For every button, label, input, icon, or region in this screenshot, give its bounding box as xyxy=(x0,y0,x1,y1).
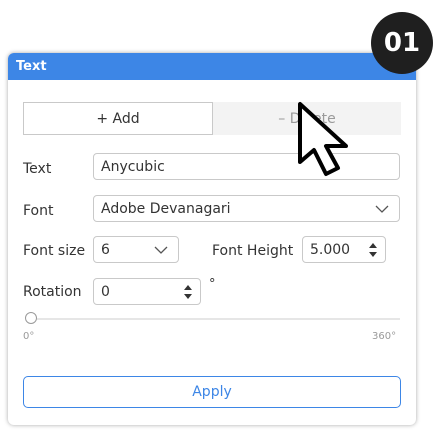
font-height-value: 5.000 xyxy=(310,241,351,258)
text-input-value: Anycubic xyxy=(101,158,165,175)
step-badge: 01 xyxy=(371,12,433,74)
font-height-label: Font Height xyxy=(212,243,294,259)
font-size-select[interactable]: 6 xyxy=(93,236,179,263)
screenshot-stage: 01 Text + Add – Delete Text Anycubic Fon… xyxy=(0,0,443,430)
chevron-down-icon xyxy=(375,205,389,213)
chevron-down-icon xyxy=(154,246,168,254)
slider-max-label: 360° xyxy=(372,331,397,342)
add-button[interactable]: + Add xyxy=(23,102,213,135)
spinner-arrows-icon[interactable] xyxy=(184,284,192,299)
slider-min-label: 0° xyxy=(23,331,35,342)
font-select-value: Adobe Devanagari xyxy=(101,200,231,217)
apply-button[interactable]: Apply xyxy=(23,376,401,408)
panel-title: Text xyxy=(8,53,416,80)
font-select[interactable]: Adobe Devanagari xyxy=(93,195,400,222)
rotation-value: 0 xyxy=(101,283,110,300)
rotation-slider-thumb[interactable] xyxy=(25,312,37,324)
mouse-pointer-icon xyxy=(298,102,348,176)
text-label: Text xyxy=(23,161,52,177)
spinner-arrows-icon[interactable] xyxy=(369,242,377,257)
rotation-slider-track[interactable] xyxy=(32,318,400,320)
font-height-input[interactable]: 5.000 xyxy=(302,236,386,263)
font-size-label: Font size xyxy=(23,243,86,259)
rotation-label: Rotation xyxy=(23,284,82,300)
rotation-unit: ° xyxy=(209,277,216,292)
font-size-value: 6 xyxy=(101,241,110,258)
font-label: Font xyxy=(23,203,54,219)
rotation-input[interactable]: 0 xyxy=(93,278,201,305)
